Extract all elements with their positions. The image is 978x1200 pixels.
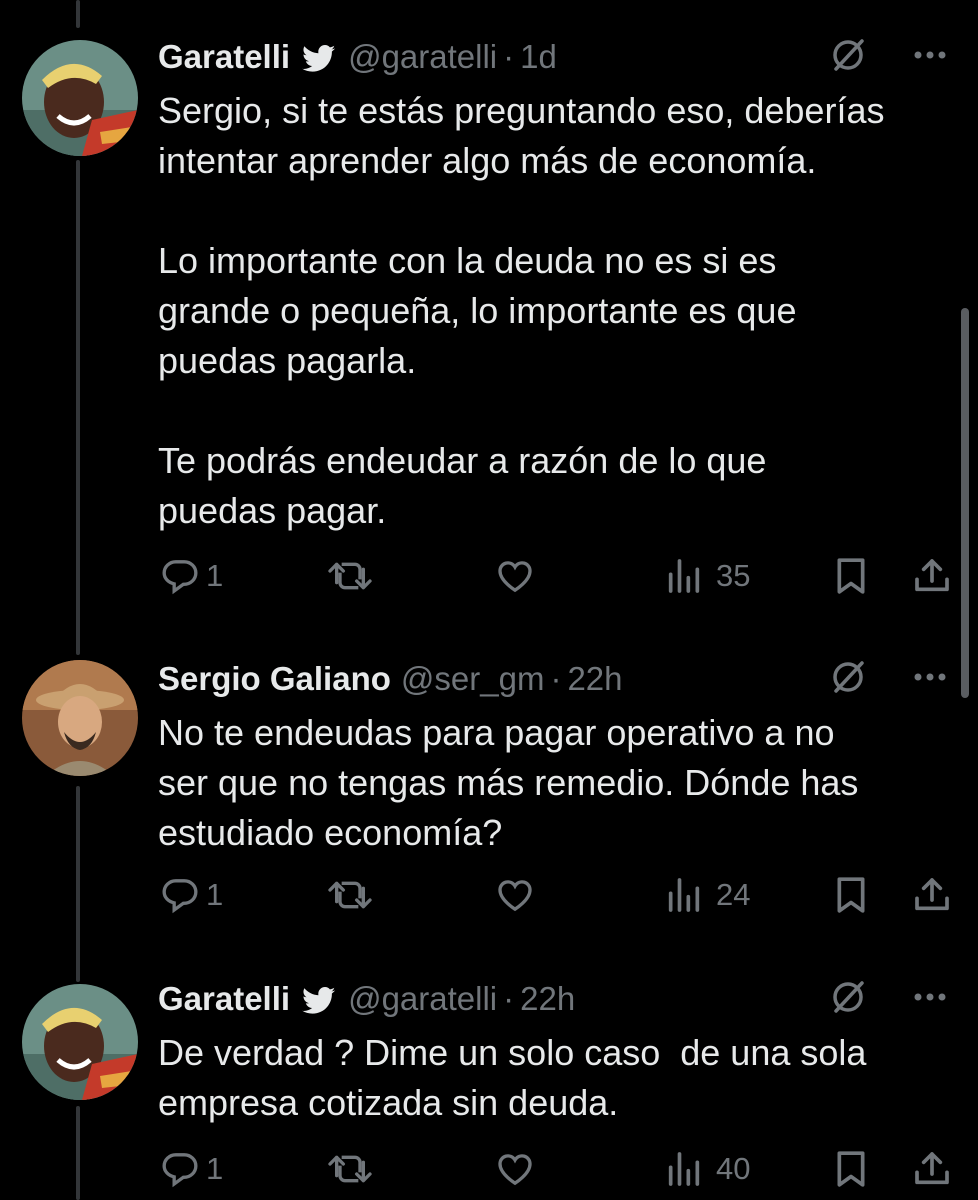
views-icon (664, 875, 704, 915)
retweet-button[interactable] (326, 1149, 374, 1189)
like-button[interactable] (494, 1149, 536, 1189)
views-button[interactable]: 35 (664, 556, 750, 596)
display-name[interactable]: Garatelli (158, 980, 290, 1018)
reply-icon (160, 875, 200, 915)
views-button[interactable]: 24 (664, 875, 750, 915)
timestamp[interactable]: 22h (567, 660, 622, 698)
handle[interactable]: @garatelli (348, 38, 497, 76)
like-button[interactable] (494, 556, 536, 596)
bookmark-button[interactable] (832, 556, 870, 596)
reply-button[interactable]: 1 (160, 556, 223, 596)
display-name[interactable]: Sergio Galiano (158, 660, 391, 698)
views-icon (664, 556, 704, 596)
share-icon (912, 875, 952, 915)
retweet-button[interactable] (326, 875, 374, 915)
share-icon (912, 556, 952, 596)
views-count: 40 (716, 1151, 751, 1186)
separator: · (550, 660, 562, 697)
bookmark-button[interactable] (832, 1149, 870, 1189)
timestamp[interactable]: 1d (520, 38, 557, 76)
bookmark-icon (832, 1149, 870, 1189)
retweet-button[interactable] (326, 556, 374, 596)
action-bar: 1 40 (0, 1144, 978, 1194)
like-icon (494, 875, 536, 915)
retweet-icon (326, 1149, 374, 1189)
twitter-bird-icon (302, 985, 336, 1014)
views-count: 35 (716, 558, 751, 593)
reply-button[interactable]: 1 (160, 1149, 223, 1189)
handle[interactable]: @garatelli (348, 980, 497, 1018)
reply-icon (160, 1149, 200, 1189)
tweet-text: Sergio, si te estás preguntando eso, deb… (158, 90, 885, 531)
reply-count: 1 (206, 558, 224, 593)
views-icon (664, 1149, 704, 1189)
like-button[interactable] (494, 875, 536, 915)
avatar[interactable] (22, 660, 138, 776)
grok-icon[interactable] (828, 35, 868, 80)
more-icon[interactable] (912, 48, 948, 66)
reply-button[interactable]: 1 (160, 875, 223, 915)
views-button[interactable]: 40 (664, 1149, 750, 1189)
reply-count: 1 (206, 1151, 224, 1186)
avatar[interactable] (22, 984, 138, 1100)
avatar[interactable] (22, 40, 138, 156)
more-icon[interactable] (912, 670, 948, 688)
retweet-icon (326, 875, 374, 915)
separator: · (503, 38, 515, 75)
thread-line-top (76, 0, 80, 28)
tweet-text: De verdad ? Dime un solo caso de una sol… (158, 1032, 867, 1123)
share-button[interactable] (912, 1149, 952, 1189)
handle[interactable]: @ser_gm (401, 660, 545, 698)
tweet-text: No te endeudas para pagar operativo a no… (158, 712, 859, 853)
grok-icon[interactable] (828, 657, 868, 702)
separator: · (503, 980, 515, 1017)
reply-icon (160, 556, 200, 596)
timestamp[interactable]: 22h (520, 980, 575, 1018)
bookmark-icon (832, 556, 870, 596)
grok-icon[interactable] (828, 977, 868, 1022)
bookmark-icon (832, 875, 870, 915)
twitter-bird-icon (302, 43, 336, 72)
action-bar: 1 24 (0, 870, 978, 920)
bookmark-button[interactable] (832, 875, 870, 915)
more-icon[interactable] (912, 990, 948, 1008)
like-icon (494, 1149, 536, 1189)
share-icon (912, 1149, 952, 1189)
scrollbar[interactable] (961, 308, 969, 698)
display-name[interactable]: Garatelli (158, 38, 290, 76)
share-button[interactable] (912, 875, 952, 915)
share-button[interactable] (912, 556, 952, 596)
action-bar: 1 35 (0, 551, 978, 601)
like-icon (494, 556, 536, 596)
retweet-icon (326, 556, 374, 596)
reply-count: 1 (206, 877, 224, 912)
views-count: 24 (716, 877, 751, 912)
